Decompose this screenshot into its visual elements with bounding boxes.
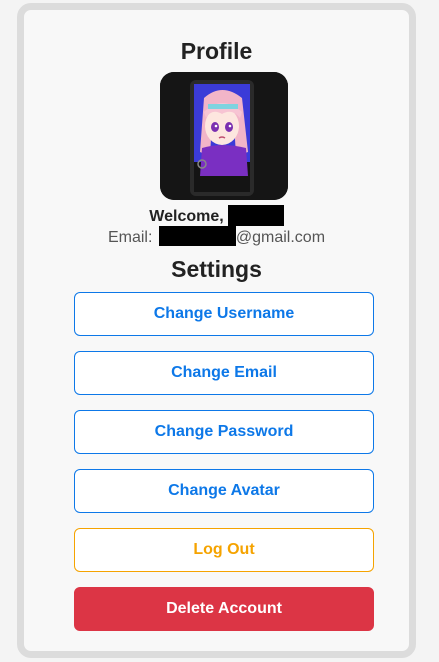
email-suffix: @gmail.com	[235, 229, 326, 246]
welcome-text: Welcome,	[24, 204, 409, 227]
avatar	[160, 72, 288, 200]
change-avatar-button[interactable]: Change Avatar	[74, 469, 374, 513]
change-username-button[interactable]: Change Username	[74, 292, 374, 336]
delete-account-button[interactable]: Delete Account	[74, 587, 374, 631]
log-out-button[interactable]: Log Out	[74, 528, 374, 572]
avatar-image	[160, 72, 288, 200]
change-email-button[interactable]: Change Email	[74, 351, 374, 395]
email-text: Email: @gmail.com	[24, 226, 409, 248]
change-password-button[interactable]: Change Password	[74, 410, 374, 454]
settings-title: Settings	[171, 256, 262, 282]
welcome-label: Welcome,	[149, 208, 224, 225]
profile-card: Profile Welcome, Email: @gmail.com Setti…	[17, 3, 416, 658]
email-label: Email:	[107, 229, 153, 246]
profile-title: Profile	[180, 38, 253, 64]
redacted-username	[227, 204, 284, 226]
redacted-email-user	[158, 226, 236, 247]
